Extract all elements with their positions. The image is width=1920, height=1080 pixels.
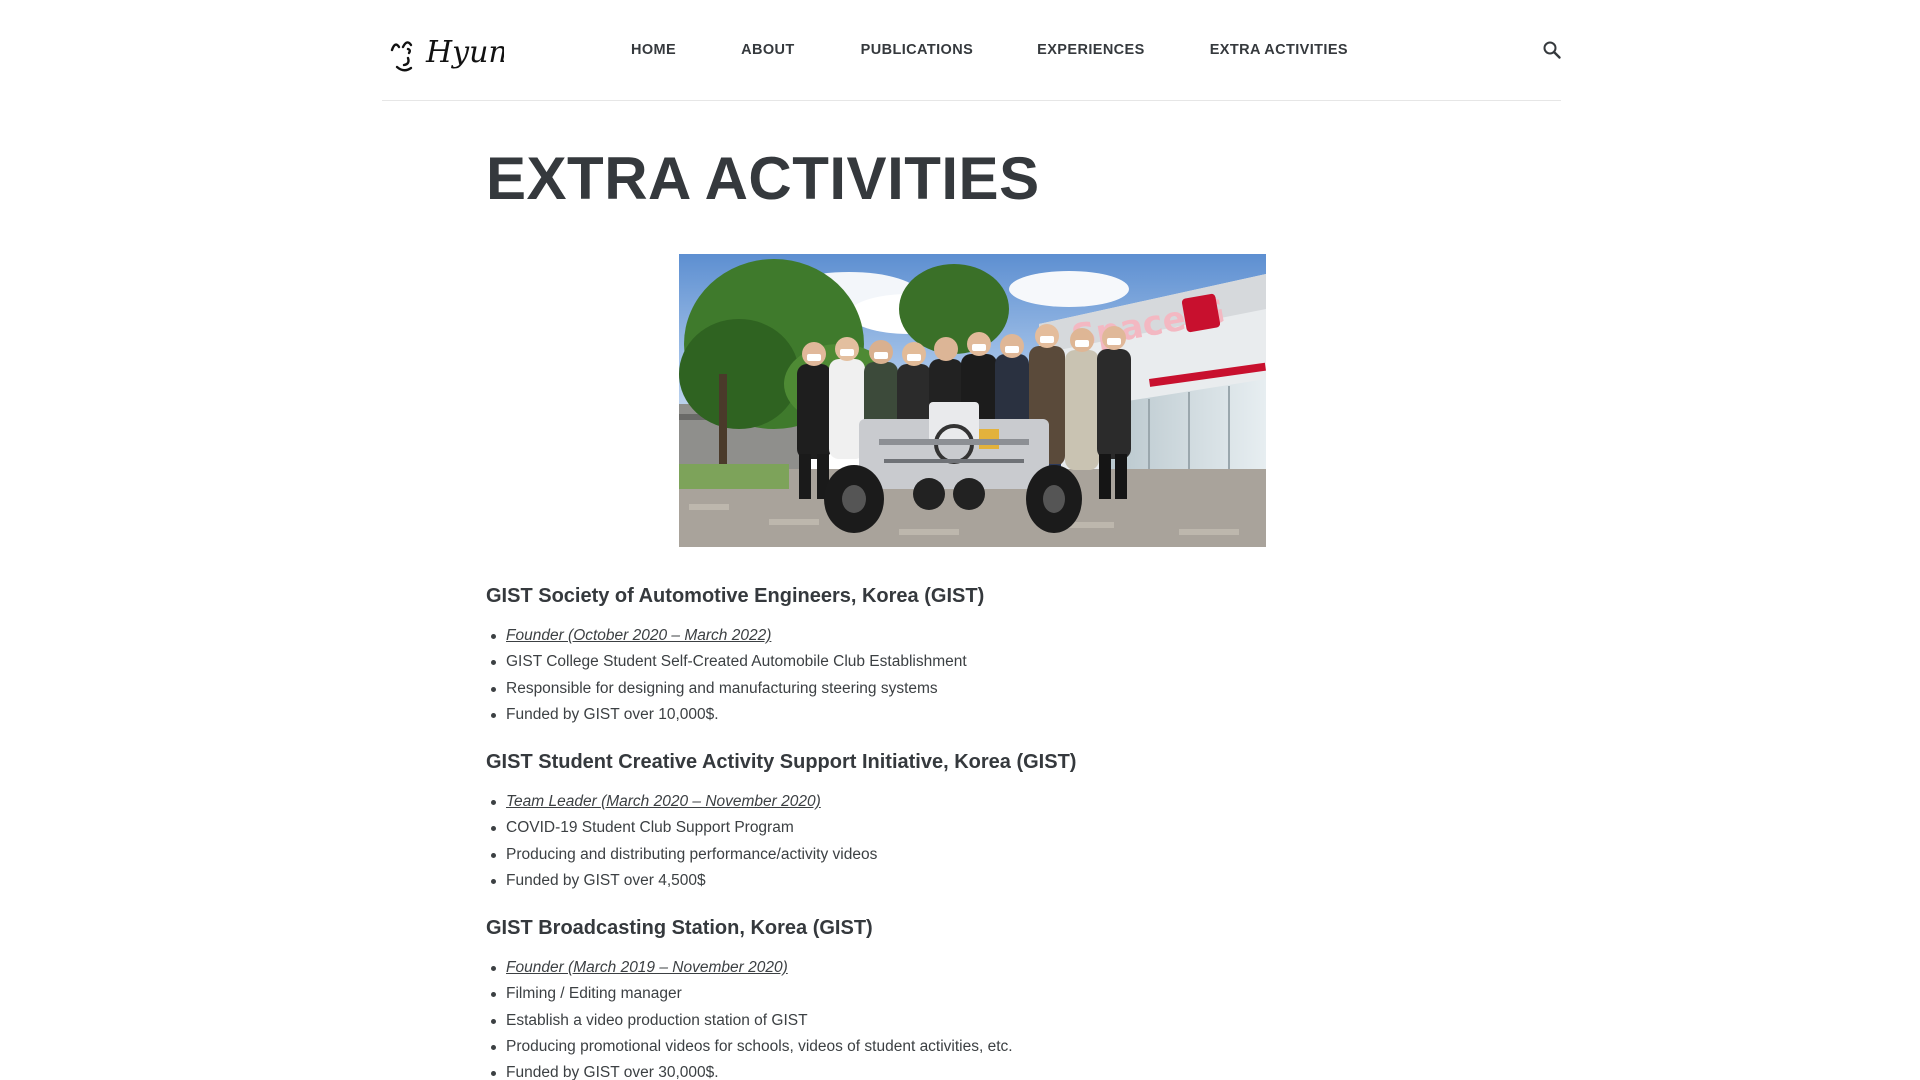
list-item-text: Producing promotional videos for schools… xyxy=(506,1037,1013,1055)
list-item-text: Establish a video production station of … xyxy=(506,1011,808,1029)
nav-about[interactable]: ABOUT xyxy=(741,38,795,62)
list-item: Funded by GIST over 30,000$. xyxy=(486,1060,1013,1080)
nav-extra-activities[interactable]: EXTRA ACTIVITIES xyxy=(1210,38,1348,62)
section-heading: GIST Broadcasting Station, Korea (GIST) xyxy=(486,917,873,939)
bullet-icon xyxy=(491,826,496,832)
list-item-text: Filming / Editing manager xyxy=(506,985,682,1003)
bullet-icon xyxy=(491,1071,496,1077)
page: Hyun! HOME ABOUT PUBLICATIONS EXPERIENCE… xyxy=(0,0,1920,1080)
activity-section-1: GIST Society of Automotive Engineers, Ko… xyxy=(486,582,1446,723)
activity-list: Founder (October 2020 – March 2022) GIST… xyxy=(486,623,967,728)
role-link[interactable]: Team Leader (March 2020 – November 2020) xyxy=(506,793,821,810)
svg-text:Hyun!: Hyun! xyxy=(425,35,504,70)
site-logo[interactable]: Hyun! xyxy=(388,26,504,76)
role-link[interactable]: Founder (March 2019 – November 2020) xyxy=(506,959,788,976)
list-item-text: Responsible for designing and manufactur… xyxy=(506,679,938,697)
role-link[interactable]: Founder (October 2020 – March 2022) xyxy=(506,627,771,644)
section-heading: GIST Society of Automotive Engineers, Ko… xyxy=(486,585,985,607)
bullet-icon xyxy=(491,852,496,858)
list-item-text: Producing and distributing performance/a… xyxy=(506,845,878,863)
list-item-text: Funded by GIST over 30,000$. xyxy=(506,1064,719,1080)
list-item: Producing promotional videos for schools… xyxy=(486,1034,1013,1060)
list-item-role: Founder (March 2019 – November 2020) xyxy=(486,955,1013,981)
hero-photo: Space G xyxy=(679,254,1266,547)
search-icon xyxy=(1543,41,1561,59)
bullet-icon xyxy=(491,686,496,692)
list-item-text: GIST College Student Self-Created Automo… xyxy=(506,653,967,671)
bullet-icon xyxy=(491,966,496,971)
list-item-role: Team Leader (March 2020 – November 2020) xyxy=(486,789,877,815)
list-item: Funded by GIST over 4,500$ xyxy=(486,868,877,894)
nav-experiences[interactable]: EXPERIENCES xyxy=(1037,38,1145,62)
list-item-role: Founder (October 2020 – March 2022) xyxy=(486,623,967,649)
nav-publications[interactable]: PUBLICATIONS xyxy=(861,38,973,62)
list-item: GIST College Student Self-Created Automo… xyxy=(486,649,967,675)
bullet-icon xyxy=(491,800,496,805)
bullet-icon xyxy=(491,660,496,666)
bullet-icon xyxy=(491,634,496,639)
activity-list: Team Leader (March 2020 – November 2020)… xyxy=(486,789,877,894)
team-photo-image: Space G xyxy=(679,254,1266,547)
nav-home[interactable]: HOME xyxy=(631,38,676,62)
search-button[interactable] xyxy=(1540,38,1564,62)
logo-handwriting-icon: Hyun! xyxy=(390,35,504,72)
list-item: COVID-19 Student Club Support Program xyxy=(486,815,877,841)
page-title: EXTRA ACTIVITIES xyxy=(486,145,1040,212)
list-item: Filming / Editing manager xyxy=(486,981,1013,1007)
list-item-text: COVID-19 Student Club Support Program xyxy=(506,819,794,837)
list-item: Responsible for designing and manufactur… xyxy=(486,676,967,702)
list-item: Funded by GIST over 10,000$. xyxy=(486,702,967,728)
activity-list: Founder (March 2019 – November 2020) Fil… xyxy=(486,955,1013,1080)
list-item: Producing and distributing performance/a… xyxy=(486,842,877,868)
main-nav: HOME ABOUT PUBLICATIONS EXPERIENCES EXTR… xyxy=(631,38,1348,62)
site-header: Hyun! HOME ABOUT PUBLICATIONS EXPERIENCE… xyxy=(382,0,1561,101)
list-item-text: Funded by GIST over 4,500$ xyxy=(506,871,706,889)
activity-section-3: GIST Broadcasting Station, Korea (GIST) … xyxy=(486,914,1446,1080)
list-item: Establish a video production station of … xyxy=(486,1008,1013,1034)
bullet-icon xyxy=(491,712,496,718)
bullet-icon xyxy=(491,878,496,884)
list-item-text: Funded by GIST over 10,000$. xyxy=(506,705,719,723)
bullet-icon xyxy=(491,1044,496,1050)
bullet-icon xyxy=(491,992,496,998)
section-heading: GIST Student Creative Activity Support I… xyxy=(486,751,1077,773)
activity-section-2: GIST Student Creative Activity Support I… xyxy=(486,748,1446,889)
bullet-icon xyxy=(491,1018,496,1024)
